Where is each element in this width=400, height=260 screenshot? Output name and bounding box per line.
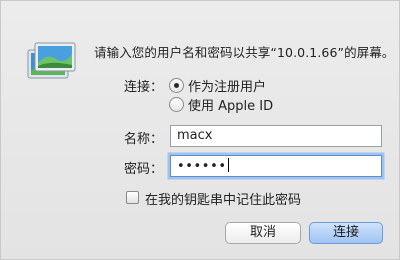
name-field[interactable]: macx [170, 125, 382, 147]
remember-password-label[interactable]: 在我的钥匙串中记住此密码 [145, 189, 301, 208]
password-label: 密码： [124, 162, 164, 177]
password-field[interactable]: •••••• [170, 155, 382, 177]
radio-registered-user-label[interactable]: 作为注册用户 [188, 76, 266, 95]
radio-apple-id[interactable] [169, 97, 184, 112]
cancel-button[interactable]: 取消 [225, 222, 301, 244]
connect-label: 连接： [124, 80, 164, 95]
screen-sharing-login-dialog: 请输入您的用户名和密码以共享“10.0.1.66”的屏幕。 连接： 作为注册用户… [0, 0, 400, 260]
remember-password-checkbox[interactable] [126, 191, 139, 204]
password-value: •••••• [177, 159, 227, 174]
text-caret [227, 158, 229, 172]
name-label: 名称： [124, 132, 164, 147]
radio-registered-user[interactable] [169, 78, 184, 93]
prompt-text: 请输入您的用户名和密码以共享“10.0.1.66”的屏幕。 [94, 45, 395, 60]
radio-apple-id-label[interactable]: 使用 Apple ID [188, 95, 273, 114]
connect-button[interactable]: 连接 [309, 222, 383, 244]
screen-sharing-icon [25, 41, 77, 87]
